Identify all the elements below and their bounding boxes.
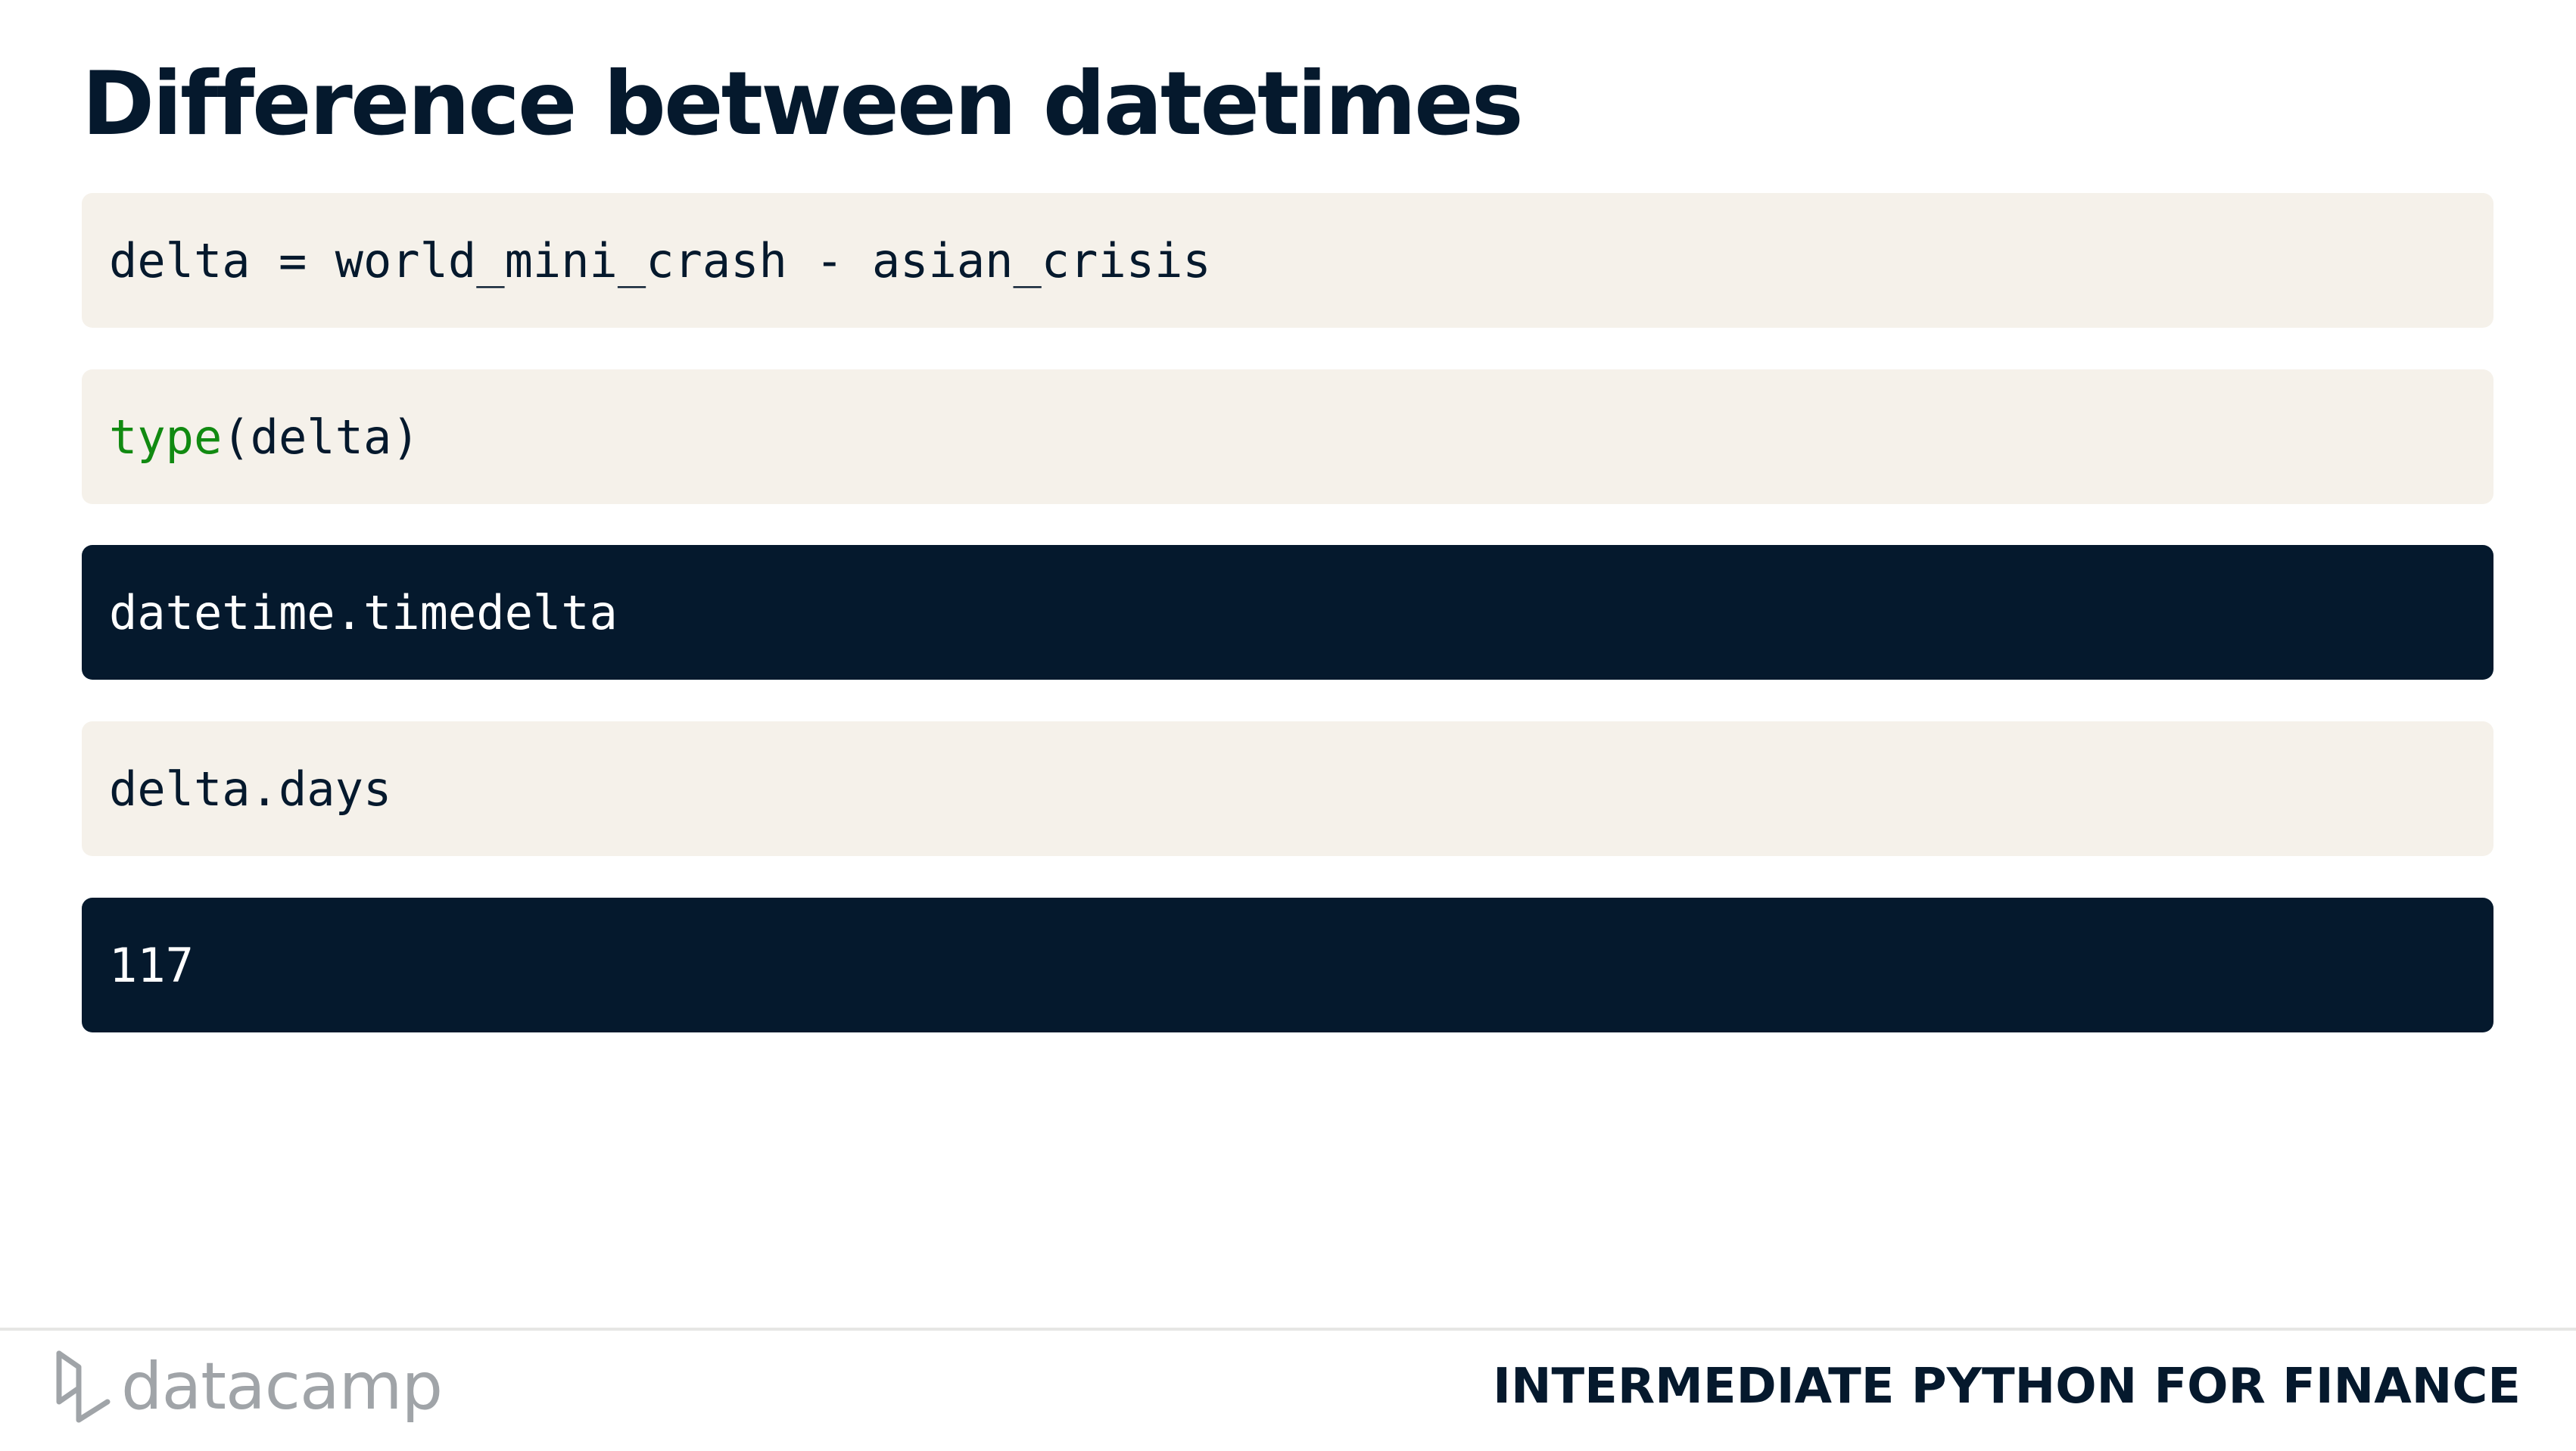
slide-title: Difference between datetimes xyxy=(82,53,1524,155)
code-block-delta-days: delta.days xyxy=(82,721,2493,856)
code-text: (delta) xyxy=(222,409,420,465)
datacamp-logo-icon xyxy=(56,1350,111,1423)
slide: Difference between datetimes delta = wor… xyxy=(0,0,2576,1451)
code-text: delta = world_mini_crash - asian_crisis xyxy=(109,232,1211,288)
footer-divider xyxy=(0,1328,2576,1331)
code-keyword: type xyxy=(109,409,223,465)
course-title: INTERMEDIATE PYTHON FOR FINANCE xyxy=(1493,1359,2521,1415)
output-text: 117 xyxy=(109,937,194,993)
code-text: delta.days xyxy=(109,761,392,817)
output-text: datetime.timedelta xyxy=(109,584,618,640)
code-block-delta-assignment: delta = world_mini_crash - asian_crisis xyxy=(82,193,2493,328)
output-block-days: 117 xyxy=(82,898,2493,1032)
output-block-type: datetime.timedelta xyxy=(82,545,2493,680)
datacamp-logo: datacamp xyxy=(53,1349,443,1425)
logo-wordmark: datacamp xyxy=(121,1349,443,1425)
code-block-type-call: type (delta) xyxy=(82,369,2493,504)
